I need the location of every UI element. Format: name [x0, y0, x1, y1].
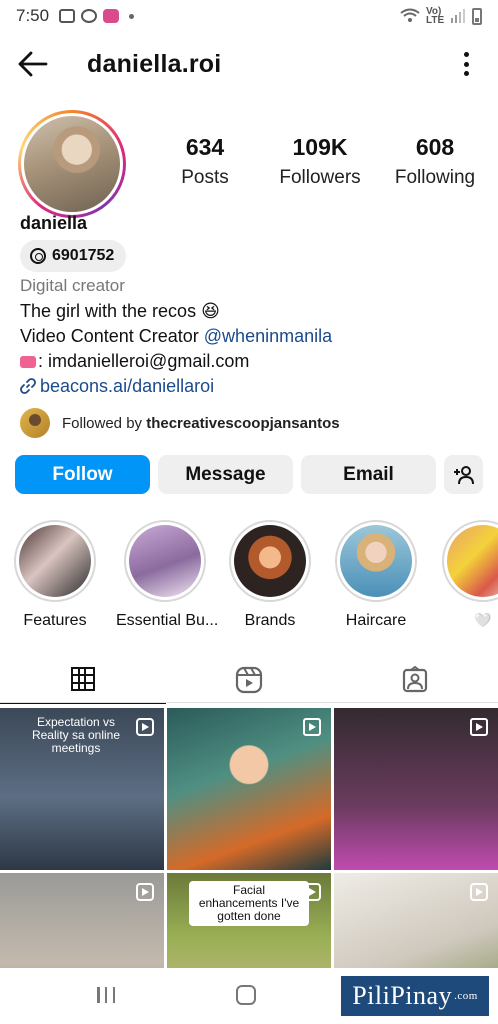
- followed-by-name: thecreativescoopjansantos: [146, 414, 340, 432]
- threads-icon: [30, 248, 46, 264]
- reel-icon: [136, 718, 154, 736]
- highlight-label: Brands: [244, 612, 296, 629]
- gallery-icon: [59, 9, 76, 23]
- reel-icon: [303, 718, 321, 736]
- highlight-cover: [129, 525, 201, 597]
- bio-link-row[interactable]: beacons.ai/daniellaroi: [20, 376, 214, 397]
- highlight-cover: [340, 525, 412, 597]
- threads-badge[interactable]: 6901752: [20, 240, 127, 272]
- suggested-users-button[interactable]: [444, 455, 483, 494]
- tab-reels[interactable]: [166, 656, 332, 704]
- status-time: 7:50: [16, 6, 50, 25]
- highlight-essential[interactable]: Essential Bu...: [116, 520, 219, 630]
- followed-by-prefix: Followed by: [62, 414, 147, 432]
- email-button[interactable]: Email: [301, 455, 436, 494]
- highlight-label: Essential Bu...: [116, 612, 219, 629]
- stat-followers-label: Followers: [279, 167, 361, 188]
- reel-icon: [303, 883, 321, 901]
- post-tile[interactable]: [167, 708, 331, 870]
- bio-line-2: Video Content Creator @wheninmanila: [20, 326, 332, 347]
- profile-avatar: [24, 116, 120, 212]
- story-highlights: Features Essential Bu... Brands Haircare…: [0, 520, 498, 630]
- follower-avatar: [20, 408, 50, 438]
- wifi-icon: [400, 8, 420, 22]
- follow-button[interactable]: Follow: [15, 455, 150, 494]
- status-bar: 7:50 Vo) LTE: [0, 0, 498, 32]
- sync-icon: [81, 9, 98, 23]
- profile-category: Digital creator: [20, 276, 125, 295]
- profile-header-bar: daniella.roi: [0, 40, 498, 88]
- profile-tabs: [0, 656, 498, 704]
- followed-by-row[interactable]: Followed by thecreativescoopjansantos: [20, 408, 340, 438]
- status-notifications: [59, 9, 135, 23]
- profile-stats: 634 Posts 109K Followers 608 Following: [150, 134, 490, 189]
- reel-icon: [136, 883, 154, 901]
- network-label: Vo) LTE: [426, 6, 445, 26]
- tab-divider: [0, 702, 498, 703]
- highlight-brands[interactable]: Brands: [228, 520, 312, 630]
- more-options-icon[interactable]: [462, 52, 470, 76]
- bio-line-2-text: Video Content Creator: [20, 326, 204, 346]
- stat-following-value: 608: [415, 134, 455, 160]
- bio-line-1: The girl with the recos 😆: [20, 301, 220, 321]
- app-notification-icon: [103, 9, 120, 23]
- grid-icon: [71, 667, 95, 691]
- highlight-label: 🤍: [474, 612, 492, 628]
- watermark-suffix: .com: [454, 990, 478, 1002]
- home-icon[interactable]: [236, 985, 256, 1005]
- bio-line-3: : imdanielleroi@gmail.com: [20, 351, 249, 372]
- highlight-haircare[interactable]: Haircare: [334, 520, 418, 630]
- highlight-label: Haircare: [345, 612, 407, 629]
- followed-by-text: Followed by thecreativescoopjansantos: [62, 415, 340, 432]
- watermark-logo: PiliPinay .com: [341, 976, 489, 1016]
- stat-posts-value: 634: [185, 134, 225, 160]
- post-caption: Facial enhancements I've gotten done: [189, 881, 309, 926]
- tagged-icon: [402, 666, 428, 693]
- stat-posts-label: Posts: [181, 167, 229, 188]
- bio-email: : imdanielleroi@gmail.com: [38, 351, 250, 371]
- reels-icon: [235, 666, 263, 694]
- link-icon: [20, 378, 36, 394]
- highlight-heart[interactable]: 🤍: [441, 520, 498, 629]
- profile-display-name: daniella: [20, 213, 88, 233]
- recents-icon[interactable]: [97, 987, 115, 1003]
- post-tile[interactable]: Expectation vs Reality sa online meeting…: [0, 708, 164, 870]
- profile-avatar-story-ring[interactable]: [18, 110, 126, 218]
- profile-username: daniella.roi: [87, 50, 222, 78]
- reel-icon: [470, 883, 488, 901]
- bio-mention-link[interactable]: @wheninmanila: [204, 326, 332, 346]
- battery-icon: [472, 7, 482, 25]
- stat-following[interactable]: 608 Following: [380, 134, 490, 189]
- back-arrow-icon[interactable]: [18, 50, 48, 78]
- threads-handle: 6901752: [52, 247, 115, 264]
- stat-followers-value: 109K: [292, 134, 348, 160]
- love-letter-icon: [20, 356, 36, 369]
- highlight-cover: [447, 525, 498, 597]
- status-indicators: Vo) LTE: [400, 6, 482, 26]
- message-button[interactable]: Message: [158, 455, 293, 494]
- tab-tagged[interactable]: [332, 656, 498, 704]
- stat-followers[interactable]: 109K Followers: [265, 134, 375, 189]
- post-tile[interactable]: [334, 708, 498, 870]
- carousel-icon: [470, 718, 488, 736]
- highlight-cover: [19, 525, 91, 597]
- stat-posts[interactable]: 634 Posts: [150, 134, 260, 189]
- bio-link[interactable]: beacons.ai/daniellaroi: [40, 376, 214, 396]
- highlight-cover: [234, 525, 306, 597]
- watermark-text: PiliPinay: [352, 981, 453, 1010]
- signal-icon: [451, 9, 465, 23]
- highlight-label: Features: [23, 612, 87, 629]
- tab-posts-grid[interactable]: [0, 656, 166, 704]
- more-notifications-dot-icon: [129, 13, 135, 19]
- stat-following-label: Following: [394, 167, 476, 188]
- add-person-icon: [453, 465, 474, 484]
- highlight-features[interactable]: Features: [13, 520, 97, 630]
